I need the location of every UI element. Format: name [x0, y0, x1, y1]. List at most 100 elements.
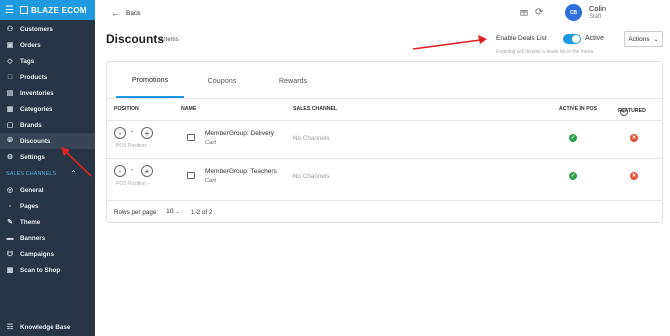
deals-help-text: Enabling will display a deals list in th…: [496, 49, 595, 55]
back-label: Back: [126, 9, 141, 17]
box-icon: □: [7, 73, 13, 81]
tab-bar: Promotions Coupons Rewards: [107, 62, 662, 99]
deals-list-toggle[interactable]: [563, 34, 581, 44]
close-icon: ✕: [630, 134, 638, 142]
sidebar-item-label: Customers: [20, 25, 53, 33]
info-icon[interactable]: i: [620, 108, 628, 116]
top-bar: ← Back ⟳ CB Colin Staff: [95, 0, 670, 27]
rows-per-page-label: Rows per page:: [114, 209, 159, 216]
increment-button[interactable]: +: [141, 165, 153, 177]
table-row[interactable]: - - + POS Position: - MemberGroup: Deliv…: [107, 120, 662, 157]
user-role: Staff: [589, 14, 602, 20]
gift-icon[interactable]: [520, 8, 528, 16]
pos-position-label: POS Position: -: [116, 143, 151, 149]
toggle-knob: [572, 35, 580, 43]
tag-icon: ◇: [7, 58, 13, 65]
promotion-name[interactable]: MemberGroup: Delivery: [205, 130, 274, 137]
sidebar-item-label: Tags: [20, 57, 35, 65]
sidebar-item-label: Orders: [20, 41, 41, 49]
sidebar-item-label: Inventories: [20, 89, 54, 97]
sidebar-item-general[interactable]: ◎ General: [0, 182, 95, 198]
sidebar-item-customers[interactable]: ⚇ Customers: [0, 21, 95, 37]
tab-coupons[interactable]: Coupons: [194, 62, 250, 98]
clipboard-icon: ▤: [6, 90, 14, 97]
sidebar-item-label: Categories: [20, 105, 53, 113]
chevron-down-icon: ⌄: [175, 209, 180, 215]
sidebar-item-discounts[interactable]: ⦾ Discounts: [0, 133, 95, 149]
table-header: POSITION NAME SALES CHANNEL ACTIVE IN PO…: [107, 102, 662, 118]
sales-channels-section[interactable]: SALES CHANNELS ⌃: [0, 165, 95, 182]
brand-name: BLAZE ECOM: [30, 5, 87, 15]
pages-icon: ▫: [8, 202, 12, 210]
discount-icon: ⦾: [7, 137, 13, 144]
sales-channel-value: No Channels: [293, 173, 330, 180]
tab-rewards[interactable]: Rewards: [265, 62, 321, 98]
avatar[interactable]: CB: [565, 4, 582, 21]
sidebar-item-settings[interactable]: ⚙ Settings: [0, 149, 95, 165]
sidebar-item-label: Pages: [20, 202, 39, 210]
sidebar-item-label: Discounts: [20, 137, 51, 145]
position-value: -: [131, 167, 134, 174]
sidebar-item-label: Theme: [20, 218, 41, 226]
rows-per-page-select[interactable]: 10 ⌄: [166, 208, 180, 215]
image-placeholder-icon: [187, 172, 195, 179]
increment-button[interactable]: +: [141, 127, 153, 139]
section-title: SALES CHANNELS: [6, 170, 57, 177]
sidebar-item-label: Campaigns: [20, 250, 54, 258]
discounts-card: Promotions Coupons Rewards POSITION NAME…: [106, 61, 663, 223]
brand-logo-icon: [19, 6, 28, 14]
check-icon: ✓: [569, 172, 577, 180]
sidebar-item-banners[interactable]: ▬ Banners: [0, 230, 95, 246]
user-name[interactable]: Colin: [589, 4, 606, 13]
sidebar-item-label: Banners: [20, 234, 46, 242]
sidebar-item-scan-to-shop[interactable]: ▩ Scan to Shop: [0, 262, 95, 278]
sidebar-item-categories[interactable]: ▦ Categories: [0, 101, 95, 117]
decrement-button[interactable]: -: [114, 127, 126, 139]
sidebar-item-label: General: [20, 186, 44, 194]
items-count: 2 Items: [159, 37, 179, 43]
sidebar-item-inventories[interactable]: ▤ Inventories: [0, 85, 95, 101]
image-placeholder-icon: [187, 134, 195, 141]
pagination: Rows per page: 10 ⌄ 1-2 of 2: [107, 200, 662, 222]
table-row[interactable]: - - + POS Position: - MemberGroup: Teach…: [107, 158, 662, 195]
brand-bar: ☰ BLAZE ECOM: [0, 0, 95, 20]
sidebar-item-label: Settings: [20, 153, 45, 161]
sidebar-item-orders[interactable]: ▣ Orders: [0, 37, 95, 53]
annotation-arrowhead-toggle: [478, 35, 487, 44]
sidebar-item-tags[interactable]: ◇ Tags: [0, 53, 95, 69]
sidebar-item-pages[interactable]: ▫ Pages: [0, 198, 95, 214]
globe-icon: ◎: [6, 187, 14, 194]
annotation-arrow-toggle: [412, 39, 481, 50]
pos-position-label: POS Position: -: [116, 181, 151, 187]
gear-icon: ⚙: [6, 154, 14, 161]
decrement-button[interactable]: -: [114, 165, 126, 177]
sidebar-item-theme[interactable]: ✎ Theme: [0, 214, 95, 230]
sidebar-item-campaigns[interactable]: ☋ Campaigns: [0, 246, 95, 262]
actions-dropdown[interactable]: Actions ⌄: [624, 31, 663, 47]
sidebar-item-label: Products: [20, 73, 48, 81]
hamburger-menu-icon[interactable]: ☰: [5, 5, 14, 16]
sync-icon[interactable]: ⟳: [535, 7, 543, 18]
page-title: Discounts: [106, 32, 165, 46]
column-position: POSITION: [114, 106, 139, 112]
promotion-name[interactable]: MemberGroup: Teachers: [205, 168, 277, 175]
tab-promotions[interactable]: Promotions: [116, 62, 184, 98]
sidebar-item-products[interactable]: □ Products: [0, 69, 95, 85]
chevron-down-icon: ⌄: [653, 36, 659, 43]
toggle-state-label: Active: [585, 35, 605, 42]
bell-icon: ☋: [6, 251, 14, 258]
close-icon: ✕: [630, 172, 638, 180]
sidebar-item-knowledge-base[interactable]: ☶ Knowledge Base: [0, 319, 95, 335]
pagination-range: 1-2 of 2: [191, 209, 213, 216]
column-active-in-pos: ACTIVE IN POS: [559, 106, 598, 112]
sidebar-item-brands[interactable]: ▢ Brands: [0, 117, 95, 133]
book-icon: ☶: [6, 324, 14, 331]
check-icon: ✓: [569, 134, 577, 142]
promotion-type: Cart: [205, 140, 216, 146]
back-button[interactable]: ← Back: [111, 8, 140, 18]
sidebar-item-label: Brands: [20, 121, 42, 129]
scan-icon: ▩: [6, 267, 14, 274]
users-icon: ⚇: [6, 26, 14, 33]
chevron-up-icon[interactable]: ⌃: [70, 169, 77, 178]
rows-per-page-value: 10: [166, 208, 174, 215]
